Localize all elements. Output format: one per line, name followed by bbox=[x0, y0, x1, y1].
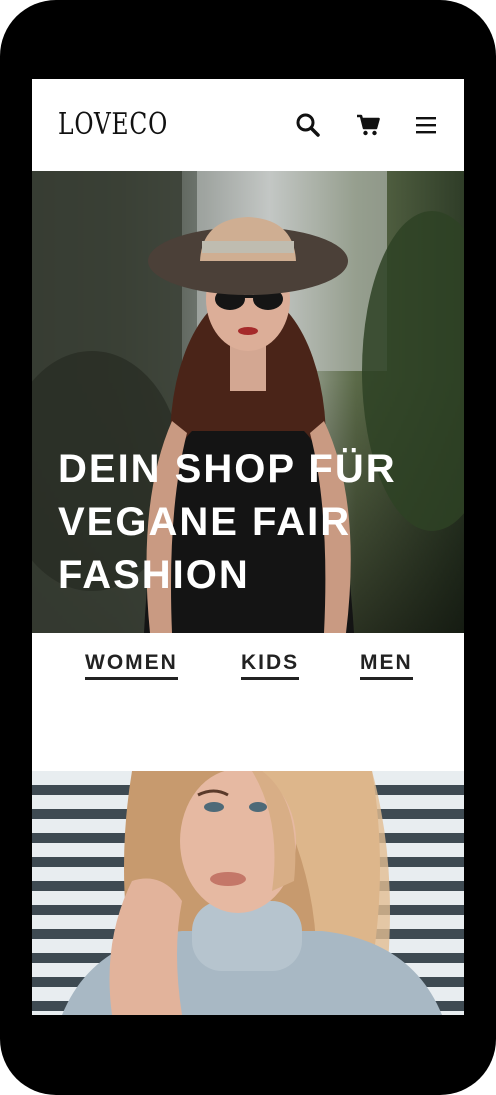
category-link-women[interactable]: WOMEN bbox=[85, 651, 178, 680]
top-bar: LOVECO bbox=[32, 79, 464, 171]
hero-banner[interactable]: DEIN SHOP FÜR VEGANE FAIR FASHION bbox=[32, 171, 464, 633]
category-nav: WOMEN KIDS MEN bbox=[32, 633, 464, 771]
category-link-kids[interactable]: KIDS bbox=[241, 651, 300, 680]
app-screen: LOVECO DEIN SHOP FÜR VEGANE FAIR FASHION… bbox=[32, 79, 464, 1015]
search-button[interactable] bbox=[294, 111, 322, 139]
hero-headline-line: FASHION bbox=[58, 553, 250, 597]
hero-headline-line: DEIN SHOP FÜR bbox=[58, 447, 397, 491]
promo-image[interactable] bbox=[32, 771, 464, 1015]
hero-headline-line: VEGANE FAIR bbox=[58, 500, 352, 544]
logo[interactable]: LOVECO bbox=[58, 107, 168, 142]
phone-frame: LOVECO DEIN SHOP FÜR VEGANE FAIR FASHION… bbox=[0, 0, 496, 1095]
search-icon bbox=[296, 113, 320, 137]
promo-photo bbox=[62, 771, 442, 1015]
hero-headline: DEIN SHOP FÜR VEGANE FAIR FASHION bbox=[58, 443, 448, 602]
category-link-men[interactable]: MEN bbox=[360, 651, 413, 680]
menu-icon bbox=[416, 117, 436, 134]
menu-button[interactable] bbox=[412, 111, 440, 139]
cart-icon bbox=[357, 114, 380, 136]
cart-button[interactable] bbox=[354, 111, 382, 139]
